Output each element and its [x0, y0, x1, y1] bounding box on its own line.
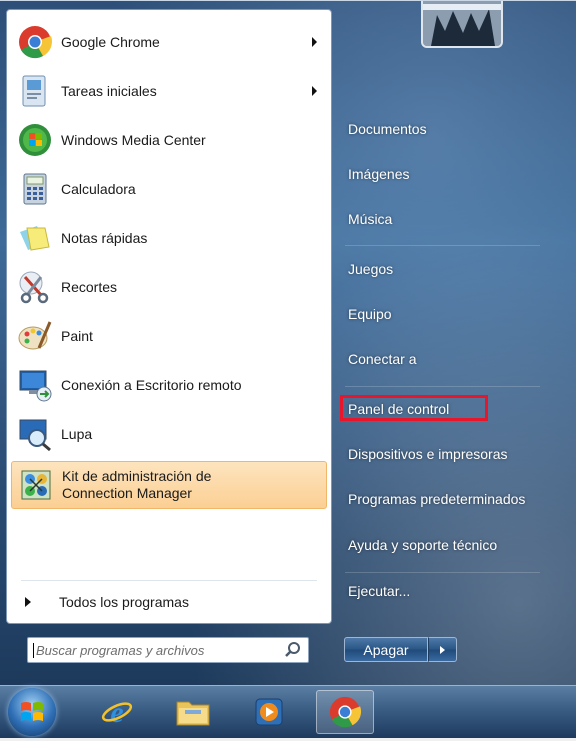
snipping-tool-icon: [17, 269, 53, 305]
chrome-icon: [17, 24, 53, 60]
search-icon[interactable]: [282, 639, 304, 661]
program-label-line1: Kit de administración de: [62, 468, 212, 484]
right-item-programas-predeterminados[interactable]: Programas predeterminados: [348, 491, 525, 508]
arrow-right-icon: [440, 645, 445, 654]
program-label: Calculadora: [61, 180, 136, 197]
program-conexion-escritorio-remoto[interactable]: Conexión a Escritorio remoto: [11, 363, 327, 407]
remote-desktop-icon: [17, 367, 53, 403]
program-kit-connection-manager[interactable]: Kit de administración de Connection Mana…: [11, 461, 327, 509]
taskbar: e: [0, 685, 576, 738]
all-programs-label: Todos los programas: [59, 594, 189, 610]
search-area: [6, 624, 332, 678]
paint-icon: [17, 318, 53, 354]
highlight-box: [340, 395, 488, 421]
shutdown-button[interactable]: Apagar: [344, 637, 428, 662]
user-avatar[interactable]: [421, 1, 503, 48]
svg-text:e: e: [110, 696, 123, 729]
program-label: Recortes: [61, 278, 118, 295]
submenu-arrow-icon[interactable]: [312, 86, 317, 96]
divider: [345, 386, 540, 387]
programs-panel: Google Chrome Tareas iniciales Windows M…: [6, 9, 332, 624]
right-item-imagenes[interactable]: Imágenes: [348, 166, 409, 183]
program-label: Paint: [61, 327, 93, 344]
shutdown-control: Apagar: [344, 637, 457, 662]
right-item-documentos[interactable]: Documentos: [348, 121, 427, 138]
magnifier-icon: [17, 416, 53, 452]
windows-orb-icon[interactable]: [8, 688, 56, 736]
divider: [21, 580, 317, 581]
program-paint[interactable]: Paint: [11, 314, 327, 358]
search-input[interactable]: [28, 641, 282, 659]
right-item-musica[interactable]: Música: [348, 211, 392, 228]
search-box[interactable]: [27, 637, 309, 663]
text-caret: [33, 643, 34, 658]
media-center-icon: [17, 122, 53, 158]
program-label: Windows Media Center: [61, 131, 206, 148]
program-tareas-iniciales[interactable]: Tareas iniciales: [11, 69, 327, 113]
right-item-dispositivos-impresoras[interactable]: Dispositivos e impresoras: [348, 446, 508, 463]
program-label: Tareas iniciales: [61, 82, 157, 99]
file-explorer-icon[interactable]: [164, 690, 222, 734]
program-recortes[interactable]: Recortes: [11, 265, 327, 309]
program-notas-rapidas[interactable]: Notas rápidas: [11, 216, 327, 260]
sticky-notes-icon: [17, 220, 53, 256]
right-item-conectar-a[interactable]: Conectar a: [348, 351, 416, 368]
right-item-ayuda-soporte[interactable]: Ayuda y soporte técnico: [348, 537, 497, 554]
submenu-arrow-icon[interactable]: [312, 37, 317, 47]
program-label: Conexión a Escritorio remoto: [61, 376, 242, 393]
chrome-icon[interactable]: [316, 690, 374, 734]
program-label: Notas rápidas: [61, 229, 148, 246]
program-google-chrome[interactable]: Google Chrome: [11, 20, 327, 64]
divider: [345, 572, 540, 573]
getting-started-icon: [17, 73, 53, 109]
shutdown-options-button[interactable]: [428, 637, 457, 662]
program-windows-media-center[interactable]: Windows Media Center: [11, 118, 327, 162]
expand-arrow-icon: [25, 597, 31, 607]
program-calculadora[interactable]: Calculadora: [11, 167, 327, 211]
internet-explorer-icon[interactable]: e: [88, 690, 146, 734]
right-item-juegos[interactable]: Juegos: [348, 261, 393, 278]
calculator-icon: [17, 171, 53, 207]
media-player-icon[interactable]: [240, 690, 298, 734]
right-item-equipo[interactable]: Equipo: [348, 306, 392, 323]
all-programs-button[interactable]: Todos los programas: [17, 588, 323, 616]
program-label-line2: Connection Manager: [62, 485, 192, 501]
program-label: Kit de administración de Connection Mana…: [62, 468, 211, 502]
start-menu: Google Chrome Tareas iniciales Windows M…: [0, 0, 576, 686]
connection-manager-icon: [18, 467, 54, 503]
divider: [345, 245, 540, 246]
right-item-ejecutar[interactable]: Ejecutar...: [348, 583, 410, 600]
program-label: Google Chrome: [61, 33, 160, 50]
program-label: Lupa: [61, 425, 93, 442]
program-lupa[interactable]: Lupa: [11, 412, 327, 456]
